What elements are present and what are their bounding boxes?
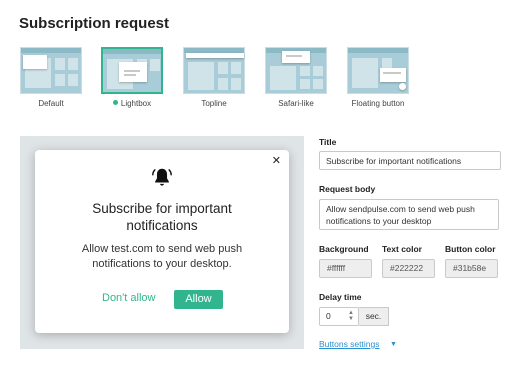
option-topline-thumbnail[interactable]: [183, 47, 245, 94]
background-color-field[interactable]: #ffffff: [319, 259, 372, 278]
bell-icon: [152, 168, 172, 186]
buttons-settings-link[interactable]: Buttons settings: [319, 339, 379, 349]
thumb-block: [382, 58, 392, 68]
thumb-block: [68, 58, 78, 70]
thumb-popup: [23, 55, 47, 69]
thumb-browser-bar: [103, 49, 161, 54]
title-label: Title: [319, 137, 337, 147]
delay-unit-label: sec.: [359, 307, 389, 326]
preview-lightbox-modal: ✕ Subscribe for important notifications A…: [35, 150, 289, 333]
text-color-label: Text color: [382, 244, 422, 254]
thumb-floating-button: [399, 83, 406, 90]
preview-body: Allow test.com to send web push notificat…: [81, 243, 243, 270]
text-color-field[interactable]: #222222: [382, 259, 435, 278]
request-body-textarea[interactable]: Allow sendpulse.com to send web push not…: [319, 199, 499, 230]
option-default-thumbnail[interactable]: [20, 47, 82, 94]
thumb-popup: [282, 51, 310, 63]
dont-allow-button[interactable]: Don't allow: [102, 292, 155, 304]
option-lightbox-thumbnail[interactable]: [101, 47, 163, 94]
thumb-block: [300, 79, 310, 89]
option-floating-button-label[interactable]: Floating button: [333, 99, 423, 108]
thumb-block: [68, 74, 78, 86]
thumb-block: [188, 62, 214, 90]
thumb-popup: [119, 62, 147, 82]
thumb-line: [124, 74, 136, 76]
background-label: Background: [319, 244, 369, 254]
option-topline-label[interactable]: Topline: [169, 99, 259, 108]
option-lightbox-label[interactable]: Lightbox: [87, 99, 177, 108]
thumb-block: [150, 59, 160, 71]
page-title: Subscription request: [19, 15, 170, 32]
thumb-line: [124, 70, 140, 72]
thumb-block: [55, 74, 65, 86]
stepper-arrows-icon[interactable]: ▲ ▼: [348, 310, 354, 322]
request-body-label: Request body: [319, 184, 376, 194]
thumb-block: [313, 79, 323, 89]
thumb-topline-bar: [186, 53, 244, 58]
option-floating-button-thumbnail[interactable]: [347, 47, 409, 94]
preview-title: Subscribe for important notifications: [92, 201, 232, 233]
allow-button[interactable]: Allow: [174, 290, 223, 309]
thumb-block: [300, 66, 310, 76]
delay-time-label: Delay time: [319, 292, 362, 302]
delay-time-value: 0: [326, 311, 331, 321]
thumb-block: [231, 62, 241, 74]
button-color-label: Button color: [445, 244, 496, 254]
option-default-label[interactable]: Default: [6, 99, 96, 108]
thumb-block: [270, 66, 296, 90]
thumb-block: [313, 66, 323, 76]
thumb-popup: [380, 68, 406, 82]
selected-indicator: [112, 100, 118, 106]
delay-time-stepper[interactable]: 0 ▲ ▼: [319, 307, 359, 326]
thumb-browser-bar: [348, 48, 408, 53]
thumb-block: [218, 62, 228, 74]
close-icon[interactable]: ✕: [272, 154, 281, 167]
thumb-block: [231, 78, 241, 90]
title-input[interactable]: [319, 151, 501, 170]
thumb-block: [55, 58, 65, 70]
thumb-block: [218, 78, 228, 90]
thumb-line: [286, 55, 302, 57]
chevron-down-icon[interactable]: ▼: [390, 341, 397, 348]
thumb-browser-bar: [21, 48, 81, 53]
thumb-line: [383, 72, 401, 74]
option-safari-like-thumbnail[interactable]: [265, 47, 327, 94]
thumb-block: [352, 58, 378, 88]
button-color-field[interactable]: #31b58e: [445, 259, 498, 278]
option-safari-like-label[interactable]: Safari-like: [251, 99, 341, 108]
